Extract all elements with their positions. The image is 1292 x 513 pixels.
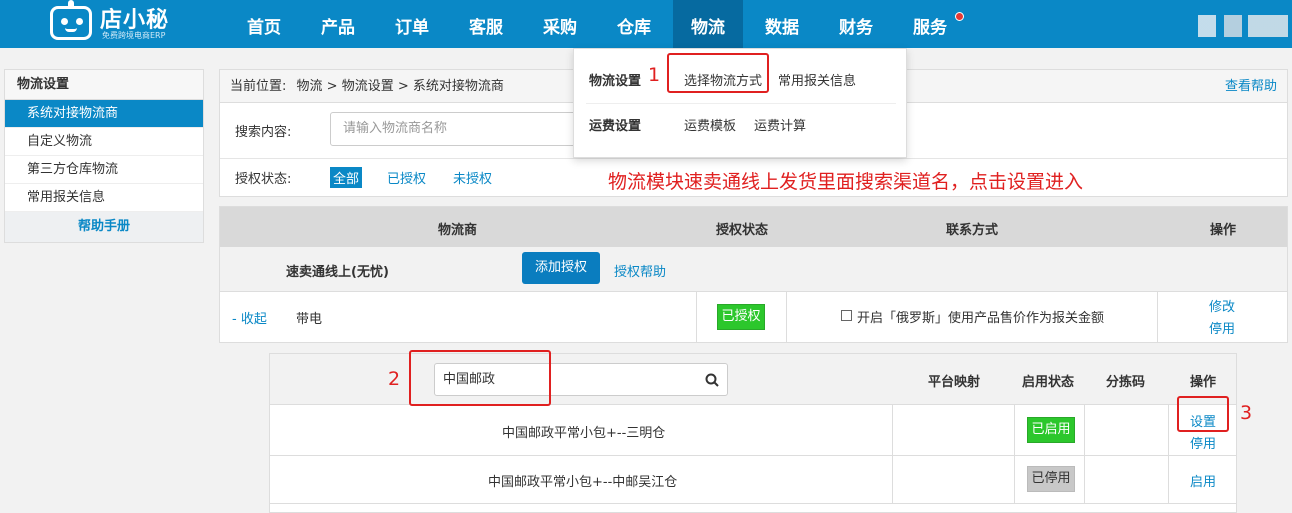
notification-dot bbox=[955, 12, 964, 21]
dropdown-logistics-settings-title: 物流设置 bbox=[589, 74, 642, 89]
disable-link[interactable]: 停用 bbox=[1209, 318, 1235, 337]
provider-name: 速卖通线上(无忧) bbox=[286, 265, 389, 280]
disable-channel-link[interactable]: 停用 bbox=[1190, 433, 1216, 452]
russia-price-checkbox[interactable] bbox=[841, 310, 852, 321]
table-row: 中国邮政平常小包+--三明仓 已启用 设置 停用 bbox=[270, 405, 1236, 456]
col-divider bbox=[1014, 456, 1015, 503]
edit-link[interactable]: 修改 bbox=[1209, 296, 1235, 315]
provider-row: 速卖通线上(无忧) 添加授权 授权帮助 bbox=[220, 247, 1287, 292]
sidebar: 物流设置 系统对接物流商 自定义物流 第三方仓库物流 常用报关信息 帮助手册 bbox=[4, 69, 204, 243]
annotation-instruction: 物流模块速卖通线上发货里面搜索渠道名，点击设置进入 bbox=[608, 171, 1084, 193]
header-enable-status: 启用状态 bbox=[1022, 375, 1075, 390]
search-label: 搜索内容: bbox=[235, 125, 292, 140]
dropdown-freight-template[interactable]: 运费模板 bbox=[684, 115, 736, 134]
nav-orders[interactable]: 订单 bbox=[381, 0, 443, 48]
add-authorization-button[interactable]: 添加授权 bbox=[522, 252, 600, 284]
col-divider bbox=[696, 292, 697, 343]
filter-unauthorized[interactable]: 未授权 bbox=[450, 167, 495, 188]
auth-status-label: 授权状态: bbox=[235, 172, 292, 187]
nav-products[interactable]: 产品 bbox=[307, 0, 369, 48]
channel-table: 中国邮政 平台映射 启用状态 分拣码 操作 2 中国邮政平常小包+--三明仓 已… bbox=[269, 350, 1252, 513]
authorization-help-link[interactable]: 授权帮助 bbox=[614, 261, 666, 280]
col-divider bbox=[786, 292, 787, 343]
dropdown-divider bbox=[586, 103, 896, 104]
logo-eye-left bbox=[61, 18, 68, 25]
dropdown-customs-info[interactable]: 常用报关信息 bbox=[778, 70, 856, 89]
annotation-step-2: 2 bbox=[388, 368, 401, 390]
nav-warehouse[interactable]: 仓库 bbox=[603, 0, 665, 48]
carrier-table: 物流商 授权状态 联系方式 操作 速卖通线上(无忧) 添加授权 授权帮助 - 收… bbox=[219, 206, 1288, 343]
header-channel-actions: 操作 bbox=[1190, 375, 1217, 390]
annotation-step-1: 1 bbox=[648, 64, 661, 86]
status-badge-disabled: 已停用 bbox=[1027, 466, 1075, 492]
col-divider bbox=[892, 456, 893, 503]
russia-price-option-label: 开启「俄罗斯」使用产品售价作为报关金额 bbox=[857, 311, 1105, 326]
logo-eye-right bbox=[76, 18, 83, 25]
nav-logistics[interactable]: 物流 bbox=[673, 0, 743, 48]
carrier-table-header: 物流商 授权状态 联系方式 操作 bbox=[220, 207, 1287, 247]
nav-home[interactable]: 首页 bbox=[233, 0, 295, 48]
search-icon[interactable] bbox=[705, 373, 719, 387]
dropdown-freight-calculator[interactable]: 运费计算 bbox=[754, 115, 806, 134]
channel-name: 中国邮政平常小包+--中邮吴江仓 bbox=[488, 475, 678, 490]
enable-channel-link[interactable]: 启用 bbox=[1190, 471, 1216, 490]
dropdown-freight-settings-title: 运费设置 bbox=[589, 119, 642, 134]
breadcrumb-path[interactable]: 物流 > 物流设置 > 系统对接物流商 bbox=[297, 79, 504, 94]
channel-name: 中国邮政平常小包+--三明仓 bbox=[502, 426, 666, 441]
view-help-link[interactable]: 查看帮助 bbox=[1225, 70, 1277, 103]
nav-data[interactable]: 数据 bbox=[751, 0, 813, 48]
col-divider bbox=[1168, 405, 1169, 455]
sidebar-item-third-party-warehouse[interactable]: 第三方仓库物流 bbox=[5, 156, 203, 184]
header-carrier: 物流商 bbox=[438, 223, 478, 238]
sidebar-item-custom-logistics[interactable]: 自定义物流 bbox=[5, 128, 203, 156]
annotation-box-2 bbox=[409, 350, 551, 406]
sidebar-title: 物流设置 bbox=[5, 70, 203, 100]
nav-finance[interactable]: 财务 bbox=[825, 0, 887, 48]
col-divider bbox=[1157, 292, 1158, 343]
user-info-blurred[interactable] bbox=[1198, 15, 1288, 37]
collapse-link[interactable]: - 收起 bbox=[232, 308, 267, 327]
carrier-search-input[interactable]: 请输入物流商名称 bbox=[330, 112, 590, 146]
logistics-dropdown-menu: 物流设置 1 选择物流方式 常用报关信息 运费设置 运费模板 运费计算 bbox=[573, 48, 907, 158]
nav-customer-service[interactable]: 客服 bbox=[455, 0, 517, 48]
breadcrumb-prefix: 当前位置: bbox=[230, 79, 287, 94]
header-sorting-code: 分拣码 bbox=[1106, 375, 1146, 390]
nav-purchase[interactable]: 采购 bbox=[529, 0, 591, 48]
col-divider bbox=[1084, 405, 1085, 455]
nav-services[interactable]: 服务 bbox=[899, 0, 961, 48]
dropdown-select-shipping-method[interactable]: 选择物流方式 bbox=[684, 70, 762, 89]
annotation-step-3: 3 bbox=[1240, 402, 1253, 424]
sidebar-help-manual[interactable]: 帮助手册 bbox=[5, 212, 203, 242]
header-actions: 操作 bbox=[1210, 223, 1237, 238]
col-divider bbox=[1014, 405, 1015, 455]
header-auth-status: 授权状态 bbox=[716, 223, 769, 238]
status-badge-authorized: 已授权 bbox=[717, 304, 765, 330]
col-divider bbox=[1084, 456, 1085, 503]
logo-mouth bbox=[65, 28, 77, 32]
table-row: 中国邮政平常小包+--中邮吴江仓 已停用 启用 bbox=[270, 456, 1236, 504]
divider bbox=[220, 158, 1287, 159]
logo-robot-icon[interactable] bbox=[50, 6, 92, 40]
account-name: 带电 bbox=[296, 312, 323, 327]
filter-authorized[interactable]: 已授权 bbox=[384, 167, 429, 188]
sidebar-item-customs-info[interactable]: 常用报关信息 bbox=[5, 184, 203, 212]
header-contact: 联系方式 bbox=[946, 223, 999, 238]
col-divider bbox=[892, 405, 893, 455]
sidebar-item-system-carriers[interactable]: 系统对接物流商 bbox=[5, 100, 203, 128]
filter-all[interactable]: 全部 bbox=[330, 167, 363, 188]
status-badge-enabled: 已启用 bbox=[1027, 417, 1075, 443]
logo-subtitle: 免费跨境电商ERP bbox=[102, 31, 166, 40]
annotation-box-3 bbox=[1177, 396, 1229, 432]
header-platform-mapping: 平台映射 bbox=[928, 375, 981, 390]
col-divider bbox=[1168, 456, 1169, 503]
